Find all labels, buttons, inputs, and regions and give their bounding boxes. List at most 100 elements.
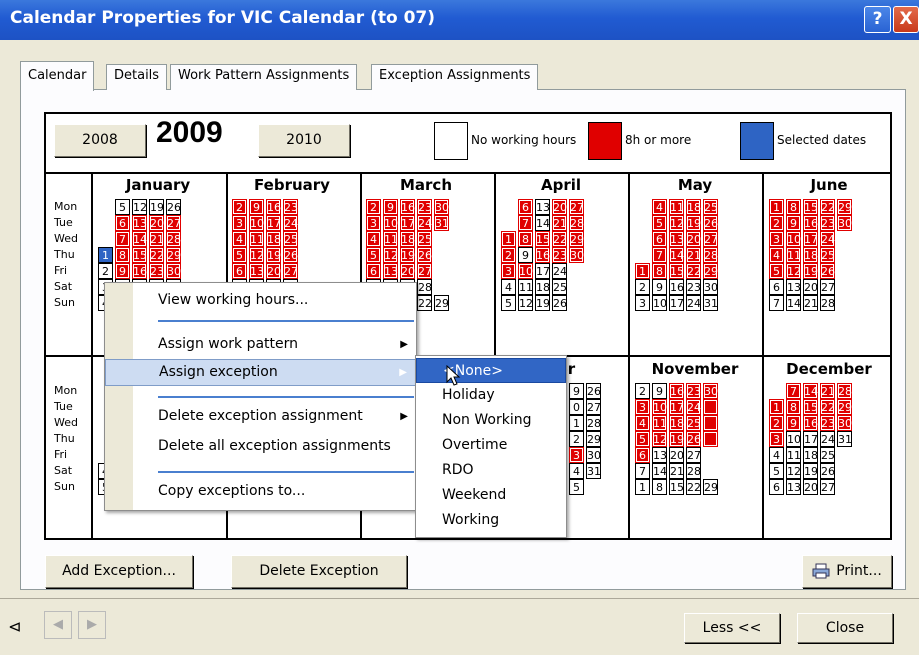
day-cell[interactable]: 31 [586,463,601,479]
prev-year-button[interactable]: 2008 [54,124,146,157]
day-cell[interactable]: 18 [669,415,684,431]
day-cell[interactable]: 5 [769,463,784,479]
day-cell[interactable]: 29 [837,399,852,415]
day-cell[interactable]: 2 [569,431,584,447]
day-cell[interactable]: 10 [786,431,801,447]
day-cell[interactable]: 5 [635,431,650,447]
day-cell[interactable]: 5 [115,199,130,215]
day-cell[interactable]: 25 [820,447,835,463]
day-cell[interactable]: 15 [535,231,550,247]
day-cell[interactable]: 14 [786,295,801,311]
submenu-weekend[interactable]: Weekend [416,483,566,508]
day-cell[interactable]: 12 [669,215,684,231]
day-cell[interactable]: 13 [786,479,801,495]
day-cell[interactable]: 27 [586,399,601,415]
day-cell[interactable]: 8 [786,199,801,215]
day-cell[interactable]: 13 [652,447,667,463]
day-cell[interactable]: 2 [769,215,784,231]
day-cell[interactable]: 21 [552,215,567,231]
day-cell[interactable]: 28 [417,279,432,295]
day-cell[interactable]: 12 [652,431,667,447]
day-cell[interactable]: 5 [366,247,381,263]
day-cell[interactable]: 7 [518,215,533,231]
day-cell[interactable]: 23 [283,199,298,215]
day-cell[interactable]: 14 [669,247,684,263]
day-cell[interactable]: 15 [803,399,818,415]
delete-exception-button[interactable]: Delete Exception [231,555,407,588]
day-cell[interactable]: 18 [400,231,415,247]
day-cell[interactable]: 10 [249,215,264,231]
day-cell[interactable]: 14 [803,383,818,399]
day-cell[interactable]: 21 [149,231,164,247]
day-cell[interactable]: 4 [652,199,667,215]
day-cell[interactable]: 8 [652,263,667,279]
day-cell[interactable]: 9 [518,247,533,263]
day-cell[interactable]: 28 [703,247,718,263]
day-cell[interactable]: 3 [635,295,650,311]
day-cell[interactable]: 9 [652,383,667,399]
day-cell[interactable]: 13 [249,263,264,279]
day-cell[interactable]: 28 [586,415,601,431]
day-cell[interactable]: 31 [703,295,718,311]
day-cell[interactable]: 6 [769,479,784,495]
day-cell[interactable]: 25 [283,231,298,247]
day-cell[interactable]: 10 [786,231,801,247]
day-cell[interactable]: 11 [249,231,264,247]
day-cell[interactable]: 6 [635,447,650,463]
day-cell[interactable]: 2 [769,415,784,431]
day-cell[interactable]: 1 [501,231,516,247]
day-cell[interactable]: 19 [535,295,550,311]
close-button[interactable]: Close [797,613,893,643]
day-cell[interactable]: 26 [820,263,835,279]
day-cell[interactable]: 25 [417,231,432,247]
day-cell[interactable]: 5 [652,215,667,231]
day-cell[interactable]: 1 [569,415,584,431]
help-button[interactable]: ? [864,6,891,33]
day-cell[interactable]: 5 [232,247,247,263]
day-cell[interactable]: 27 [569,199,584,215]
day-cell[interactable]: 20 [803,279,818,295]
day-cell[interactable]: 24 [283,215,298,231]
day-cell[interactable]: 26 [166,199,181,215]
day-cell[interactable]: 16 [803,215,818,231]
day-cell[interactable]: 13 [669,231,684,247]
day-cell[interactable]: 16 [132,263,147,279]
day-cell[interactable]: 20 [669,447,684,463]
day-cell[interactable]: 3 [366,215,381,231]
day-cell[interactable]: 12 [786,463,801,479]
day-cell[interactable]: 1 [635,263,650,279]
day-cell[interactable]: 20 [803,479,818,495]
tab-exception-assignments[interactable]: Exception Assignments [371,64,539,90]
day-cell[interactable]: 20 [552,199,567,215]
day-cell[interactable]: 24 [820,231,835,247]
day-cell[interactable]: 21 [669,463,684,479]
day-cell[interactable]: 0 [569,399,584,415]
day-cell[interactable]: 19 [149,199,164,215]
day-cell[interactable]: 28 [166,231,181,247]
day-cell[interactable]: 11 [518,279,533,295]
day-cell[interactable]: 20 [686,231,701,247]
tab-calendar[interactable]: Calendar [20,61,95,91]
day-cell[interactable]: 22 [686,263,701,279]
day-cell[interactable]: 19 [803,463,818,479]
day-cell[interactable]: 23 [552,247,567,263]
menu-copy-exceptions[interactable]: Copy exceptions to... [105,478,416,505]
day-cell[interactable]: 19 [803,263,818,279]
day-cell[interactable]: 30 [166,263,181,279]
day-cell[interactable]: 16 [400,199,415,215]
day-cell[interactable]: 2 [232,199,247,215]
menu-delete-exception-assignment[interactable]: Delete exception assignment ▶ [105,403,416,430]
day-cell[interactable]: 6 [652,231,667,247]
less-button[interactable]: Less << [684,613,780,643]
day-cell[interactable]: 12 [786,263,801,279]
day-cell[interactable]: 12 [249,247,264,263]
day-cell[interactable]: 15 [669,263,684,279]
menu-assign-exception[interactable]: Assign exception ▶ [105,359,416,386]
day-cell[interactable]: 31 [837,431,852,447]
day-cell[interactable]: 22 [149,247,164,263]
day-cell[interactable]: 19 [669,431,684,447]
day-cell[interactable]: 25 [552,279,567,295]
next-year-button[interactable]: 2010 [258,124,350,157]
day-cell[interactable]: 6 [366,263,381,279]
menu-delete-all-exception-assignments[interactable]: Delete all exception assignments [105,433,416,460]
